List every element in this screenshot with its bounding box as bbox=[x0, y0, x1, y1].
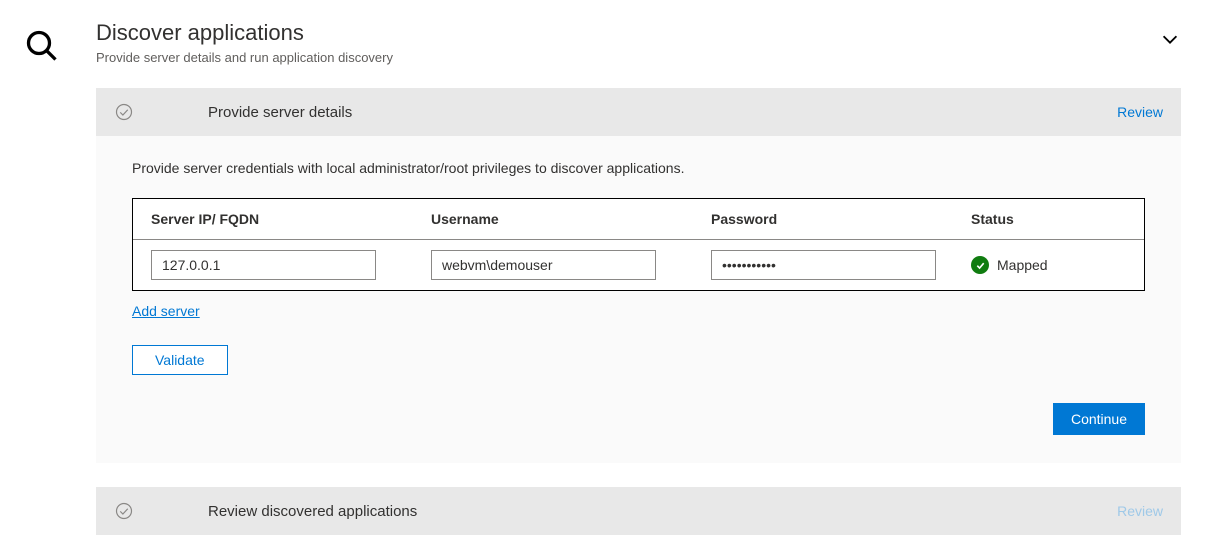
review-link-disabled[interactable]: Review bbox=[1117, 503, 1163, 519]
password-input[interactable] bbox=[711, 250, 936, 280]
section-title: Provide server details bbox=[208, 104, 1117, 121]
search-icon bbox=[20, 24, 64, 68]
col-header-status: Status bbox=[971, 211, 1126, 227]
check-circle-icon bbox=[114, 501, 134, 521]
add-server-link[interactable]: Add server bbox=[132, 303, 200, 319]
server-table: Server IP/ FQDN Username Password Status bbox=[132, 198, 1145, 291]
main-content: Provide server details Review Provide se… bbox=[96, 88, 1181, 535]
check-circle-filled-icon bbox=[971, 256, 989, 274]
section-review-apps-header: Review discovered applications Review bbox=[96, 487, 1181, 535]
col-header-password: Password bbox=[711, 211, 971, 227]
section-provide-server-body: Provide server credentials with local ad… bbox=[96, 136, 1181, 463]
table-header-row: Server IP/ FQDN Username Password Status bbox=[133, 199, 1144, 240]
username-input[interactable] bbox=[431, 250, 656, 280]
chevron-down-icon[interactable] bbox=[1159, 28, 1181, 55]
review-link[interactable]: Review bbox=[1117, 104, 1163, 120]
check-circle-icon bbox=[114, 102, 134, 122]
validate-button[interactable]: Validate bbox=[132, 345, 228, 375]
continue-row: Continue bbox=[132, 403, 1145, 435]
col-header-username: Username bbox=[431, 211, 711, 227]
table-row: Mapped bbox=[133, 240, 1144, 290]
title-block: Discover applications Provide server det… bbox=[96, 20, 1159, 65]
status-text: Mapped bbox=[997, 257, 1048, 273]
section-description: Provide server credentials with local ad… bbox=[132, 160, 1145, 176]
server-ip-input[interactable] bbox=[151, 250, 376, 280]
col-header-ip: Server IP/ FQDN bbox=[151, 211, 431, 227]
continue-button[interactable]: Continue bbox=[1053, 403, 1145, 435]
page-title: Discover applications bbox=[96, 20, 1159, 46]
section-title: Review discovered applications bbox=[208, 503, 1117, 520]
section-provide-server-header: Provide server details Review bbox=[96, 88, 1181, 136]
page-subtitle: Provide server details and run applicati… bbox=[96, 50, 1159, 65]
page-header: Discover applications Provide server det… bbox=[0, 0, 1211, 80]
status-cell: Mapped bbox=[971, 256, 1126, 274]
